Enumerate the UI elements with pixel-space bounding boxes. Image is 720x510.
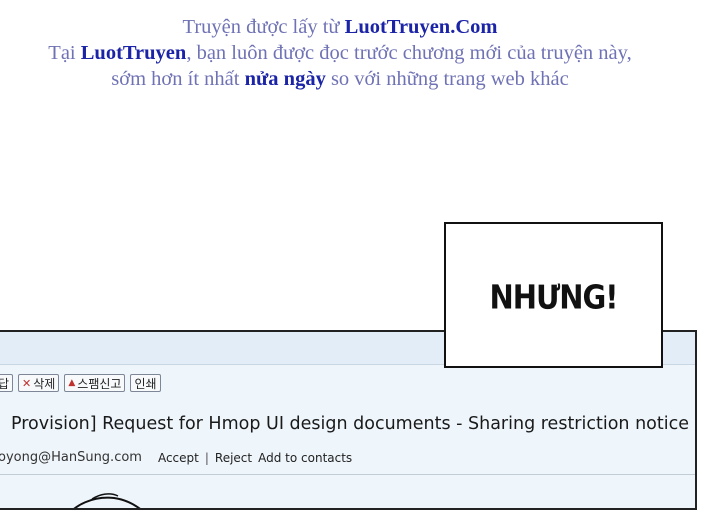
mail-toolbar: 답 ✕삭제 ▲스팸신고 인쇄 (0, 372, 161, 394)
reply-button[interactable]: 답 (0, 374, 14, 392)
watermark-line-1: Truyện được lấy từ LuotTruyen.Com (0, 14, 680, 40)
speech-text: NHƯNG! (489, 277, 618, 317)
reply-label: 답 (0, 375, 9, 392)
reject-link[interactable]: Reject (215, 451, 252, 465)
watermark-site-name[interactable]: LuotTruyen (81, 42, 187, 64)
mail-subject: Provision] Request for Hmop UI design do… (11, 414, 689, 434)
watermark-text: sớm hơn ít nhất (111, 68, 245, 90)
close-icon: ✕ (22, 376, 32, 390)
watermark-text: Truyện được lấy từ (182, 16, 345, 38)
spam-report-button[interactable]: ▲ 스팸신고 (64, 374, 126, 392)
watermark-text: Tại (48, 42, 81, 64)
add-to-contacts-link[interactable]: Add to contacts (258, 451, 352, 465)
watermark-emphasis: nửa ngày (244, 68, 326, 90)
triangle-icon: ▲ (68, 378, 76, 388)
watermark-text: , bạn luôn được đọc trước chương mới của… (186, 42, 632, 64)
speech-box: NHƯNG! (444, 222, 663, 368)
watermark-text: so với những trang web khác (325, 68, 569, 90)
accept-link[interactable]: Accept (158, 451, 199, 465)
sender-separator: | (204, 450, 209, 465)
print-label: 인쇄 (134, 376, 157, 391)
sender-row: oyong@HanSung.com Accept | Reject Add to… (0, 450, 358, 465)
character-sketch (73, 493, 141, 508)
print-button[interactable]: 인쇄 (130, 374, 161, 392)
delete-label: 삭제 (33, 376, 56, 391)
sender-email[interactable]: oyong@HanSung.com (0, 450, 142, 465)
watermark-notice: Truyện được lấy từ LuotTruyen.Com Tại Lu… (0, 14, 680, 92)
watermark-line-3: sớm hơn ít nhất nửa ngày so với những tr… (0, 66, 680, 92)
delete-button[interactable]: ✕ 삭제 (18, 374, 60, 392)
spam-label: 스팸신고 (77, 376, 122, 391)
watermark-site-link[interactable]: LuotTruyen.Com (345, 16, 498, 38)
mail-divider (0, 474, 695, 475)
watermark-line-2: Tại LuotTruyen, bạn luôn được đọc trước … (0, 40, 680, 66)
